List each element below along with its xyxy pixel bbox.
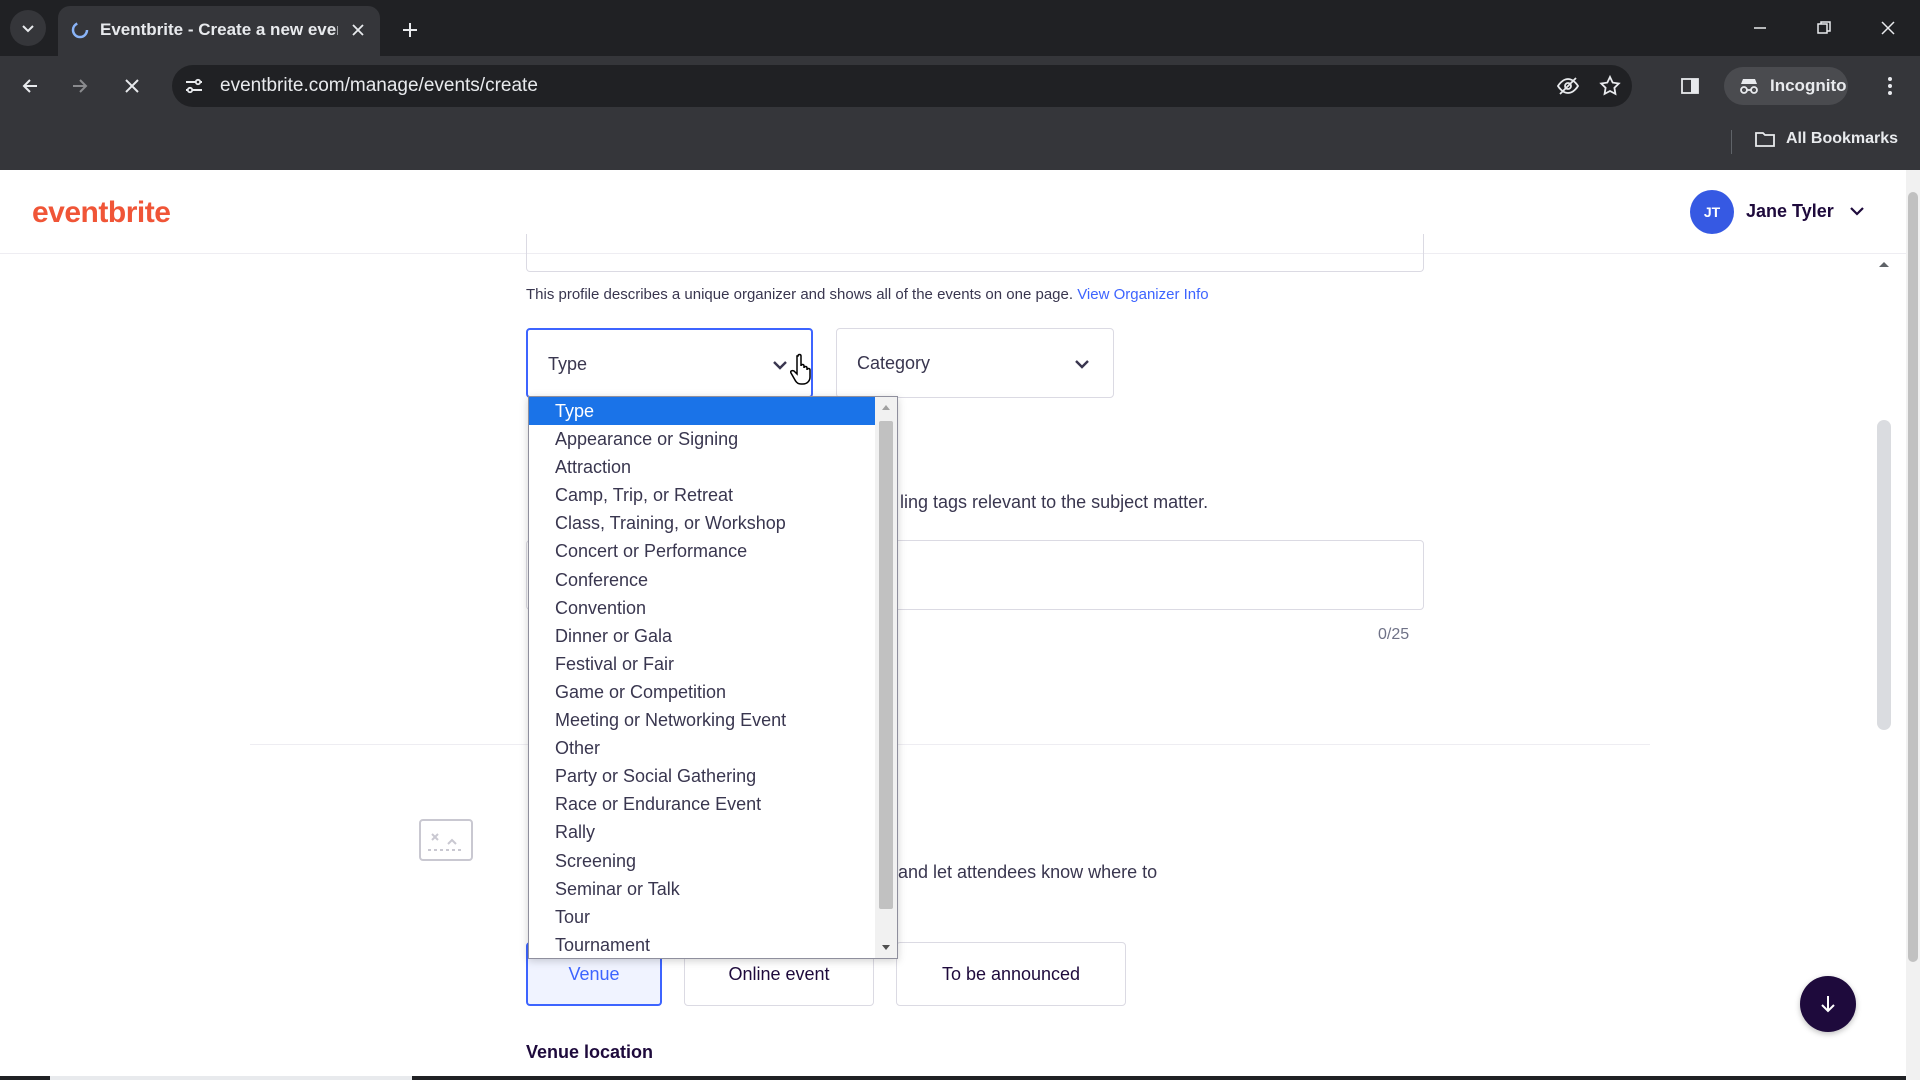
organizer-helper-text: This profile describes a unique organize… xyxy=(526,286,1209,303)
site-info-icon[interactable] xyxy=(182,74,206,98)
dropdown-option[interactable]: Appearance or Signing xyxy=(529,425,875,453)
chevron-down-icon xyxy=(773,361,787,370)
forward-button[interactable] xyxy=(62,68,98,104)
chevron-down-icon xyxy=(22,25,34,33)
url-text: eventbrite.com/manage/events/create xyxy=(220,75,538,96)
dropdown-option[interactable]: Dinner or Gala xyxy=(529,622,875,650)
view-organizer-info-link[interactable]: View Organizer Info xyxy=(1077,286,1208,303)
dropdown-option[interactable]: Party or Social Gathering xyxy=(529,762,875,790)
event-form: This profile describes a unique organize… xyxy=(0,234,1906,1080)
type-select[interactable]: Type xyxy=(526,328,813,398)
new-tab-button[interactable] xyxy=(392,12,428,48)
avatar[interactable]: JT xyxy=(1690,190,1734,234)
browser-tab-bar: Eventbrite - Create a new event xyxy=(0,0,1920,56)
incognito-badge[interactable]: Incognito xyxy=(1724,67,1848,105)
page-bottom-bar xyxy=(0,1076,1906,1080)
form-scrollbar[interactable] xyxy=(1870,254,1898,1080)
minimize-icon xyxy=(1754,27,1766,29)
category-select-value: Category xyxy=(857,353,931,373)
side-panel-icon xyxy=(1681,78,1699,94)
dropdown-option[interactable]: Screening xyxy=(529,847,875,875)
form-scrollbar-thumb[interactable] xyxy=(1877,420,1891,730)
close-icon xyxy=(125,79,139,93)
stop-loading-button[interactable] xyxy=(114,68,150,104)
close-icon xyxy=(1881,21,1895,35)
page-scrollbar-thumb[interactable] xyxy=(1908,192,1918,962)
web-page: eventbrite JT Jane Tyler This profile de… xyxy=(0,170,1920,1080)
restore-button[interactable] xyxy=(1804,8,1844,48)
close-window-button[interactable] xyxy=(1868,8,1908,48)
dropdown-option[interactable]: Camp, Trip, or Retreat xyxy=(529,481,875,509)
arrow-right-icon xyxy=(73,79,88,93)
address-bar[interactable]: eventbrite.com/manage/events/create xyxy=(172,65,1632,107)
folder-icon xyxy=(1755,132,1775,147)
eye-off-icon[interactable] xyxy=(1556,74,1580,98)
dropdown-option[interactable]: Other xyxy=(529,734,875,762)
all-bookmarks-button[interactable]: All Bookmarks xyxy=(1754,130,1898,148)
dropdown-scrollbar-thumb[interactable] xyxy=(879,421,893,909)
incognito-label: Incognito xyxy=(1770,76,1847,95)
side-panel-button[interactable] xyxy=(1672,68,1708,104)
bookmarks-bar: All Bookmarks xyxy=(0,116,1920,170)
type-options: Type Appearance or Signing Attraction Camp,… xyxy=(529,397,875,958)
scroll-down-arrow-icon[interactable] xyxy=(875,940,897,956)
all-bookmarks-label: All Bookmarks xyxy=(1786,130,1899,147)
dropdown-option[interactable]: Class, Training, or Workshop xyxy=(529,509,875,537)
star-icon[interactable] xyxy=(1598,74,1622,98)
dropdown-option[interactable]: Concert or Performance xyxy=(529,537,875,565)
scroll-up-arrow-icon[interactable] xyxy=(875,399,897,415)
browser-toolbar: eventbrite.com/manage/events/create Inco… xyxy=(0,56,1920,116)
section-divider xyxy=(250,744,1650,745)
tab-close-icon[interactable] xyxy=(346,18,370,42)
dropdown-option[interactable]: Type xyxy=(529,397,875,426)
browser-menu-button[interactable] xyxy=(1872,68,1908,104)
plus-icon xyxy=(403,23,417,37)
loading-spinner-icon xyxy=(71,21,89,39)
location-description: and let attendees know where to xyxy=(898,862,1158,882)
arrow-left-icon xyxy=(22,79,37,93)
hand-cursor-icon xyxy=(790,353,811,385)
incognito-icon xyxy=(1740,79,1758,94)
dropdown-option[interactable]: Game or Competition xyxy=(529,678,875,706)
page-scrollbar[interactable] xyxy=(1906,170,1920,1080)
dropdown-option[interactable]: Convention xyxy=(529,594,875,622)
venue-location-label: Venue location xyxy=(526,1042,654,1062)
back-button[interactable] xyxy=(12,68,48,104)
browser-tab[interactable]: Eventbrite - Create a new event xyxy=(58,6,380,56)
dropdown-option[interactable]: Tournament xyxy=(529,931,875,958)
tab-search-button[interactable] xyxy=(10,10,46,46)
map-icon xyxy=(419,819,473,861)
tab-title: Eventbrite - Create a new event xyxy=(100,20,338,39)
organizer-input[interactable] xyxy=(526,234,1424,272)
user-name[interactable]: Jane Tyler xyxy=(1746,201,1834,222)
tags-description: ling tags relevant to the subject matter… xyxy=(900,492,1209,512)
page-bottom-bar-segment xyxy=(50,1076,412,1080)
scroll-down-button[interactable] xyxy=(1800,976,1856,1032)
dropdown-option[interactable]: Rally xyxy=(529,818,875,846)
type-dropdown-list[interactable]: Type Appearance or Signing Attraction Camp,… xyxy=(528,396,898,959)
tags-counter: 0/25 xyxy=(1378,626,1410,643)
category-select[interactable]: Category xyxy=(836,328,1114,398)
dropdown-option[interactable]: Meeting or Networking Event xyxy=(529,706,875,734)
dropdown-option[interactable]: Tour xyxy=(529,903,875,931)
dropdown-scrollbar[interactable] xyxy=(875,397,897,958)
dropdown-option[interactable]: Festival or Fair xyxy=(529,650,875,678)
dropdown-option[interactable]: Race or Endurance Event xyxy=(529,790,875,818)
eventbrite-logo[interactable]: eventbrite xyxy=(32,196,171,230)
type-select-value: Type xyxy=(548,354,588,374)
chevron-down-icon xyxy=(1075,360,1089,369)
chevron-down-icon[interactable] xyxy=(1846,200,1868,222)
arrow-down-icon xyxy=(1821,996,1835,1013)
restore-icon xyxy=(1817,21,1831,34)
scroll-up-icon[interactable] xyxy=(1870,256,1898,272)
helper-text: This profile describes a unique organize… xyxy=(526,286,1078,303)
dropdown-option[interactable]: Conference xyxy=(529,566,875,594)
more-vertical-icon xyxy=(1888,77,1892,95)
dropdown-option[interactable]: Attraction xyxy=(529,453,875,481)
bookmarks-divider xyxy=(1731,130,1732,154)
minimize-button[interactable] xyxy=(1740,8,1780,48)
to-be-announced-button[interactable]: To be announced xyxy=(896,942,1126,1006)
dropdown-option[interactable]: Seminar or Talk xyxy=(529,875,875,903)
